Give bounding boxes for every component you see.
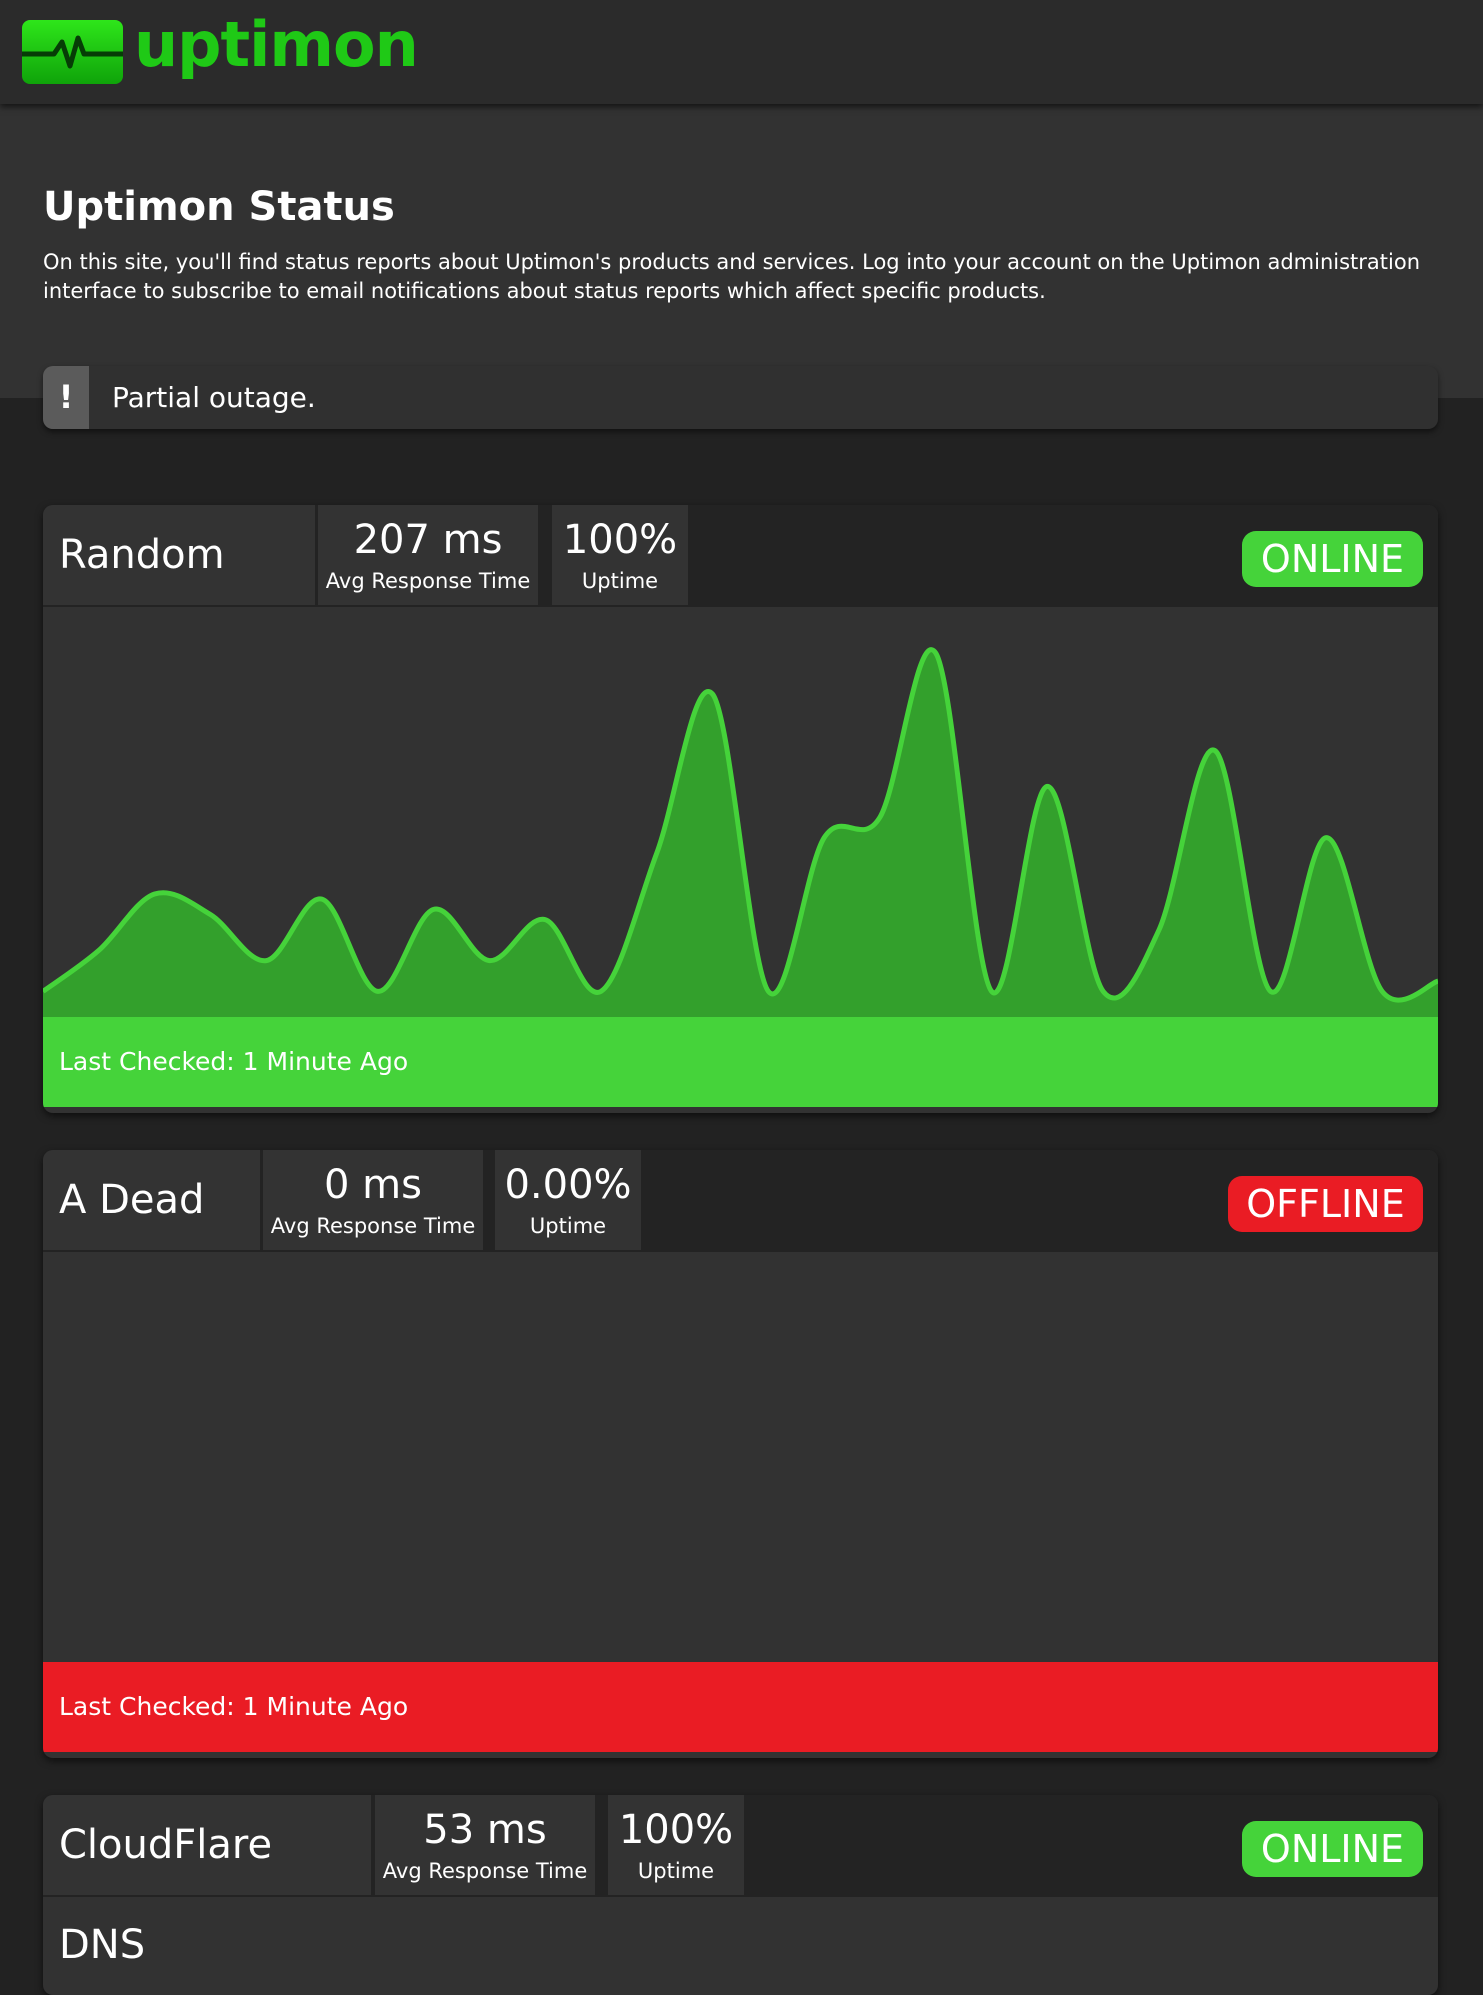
uptime-label: Uptime (529, 1214, 607, 1238)
exclamation-icon: ! (43, 366, 89, 429)
response-time-stat: 53 ms Avg Response Time (375, 1795, 595, 1895)
monitor-card-cloudflare-dns: CloudFlare DNS 53 ms Avg Response Time 1… (43, 1795, 1438, 1995)
monitor-card-random-site: Random Site 207 ms Avg Response Time 100… (43, 505, 1438, 1113)
response-time-value: 53 ms (423, 1807, 547, 1853)
uptime-label: Uptime (637, 1859, 715, 1883)
monitor-header: Random Site 207 ms Avg Response Time 100… (43, 505, 1438, 678)
uptime-label: Uptime (581, 569, 659, 593)
status-badge: ONLINE (1242, 1821, 1423, 1877)
uptime-stat: 100% Uptime (608, 1795, 744, 1895)
monitor-name: A Dead IP (43, 1150, 260, 1323)
uptime-stat: 100% Uptime (552, 505, 688, 605)
uptime-stat: 0.00% Uptime (495, 1150, 641, 1250)
page-title: Uptimon Status (43, 184, 395, 230)
uptime-value: 0.00% (504, 1162, 632, 1208)
brand-name[interactable]: uptimon (134, 8, 419, 81)
response-time-stat: 207 ms Avg Response Time (318, 505, 538, 605)
response-time-value: 207 ms (353, 517, 503, 563)
last-checked-bar: Last Checked: 1 Minute Ago (43, 1662, 1438, 1752)
monitor-card-dead-ip: A Dead IP 0 ms Avg Response Time 0.00% U… (43, 1150, 1438, 1758)
response-time-label: Avg Response Time (325, 569, 531, 593)
monitor-name: Random Site (43, 505, 315, 678)
intro-section: Uptimon Status On this site, you'll find… (0, 104, 1483, 398)
heartbeat-icon (22, 35, 123, 69)
page-description: On this site, you'll find status reports… (43, 250, 1420, 303)
last-checked-bar: Last Checked: 1 Minute Ago (43, 1017, 1438, 1107)
uptime-value: 100% (618, 1807, 734, 1853)
monitor-header: A Dead IP 0 ms Avg Response Time 0.00% U… (43, 1150, 1438, 1323)
response-chart (43, 607, 1438, 1017)
status-banner-text: Partial outage. (112, 381, 316, 414)
status-badge: ONLINE (1242, 531, 1423, 587)
monitor-name: CloudFlare DNS (43, 1795, 371, 1968)
response-time-label: Avg Response Time (382, 1859, 588, 1883)
status-banner: ! Partial outage. (43, 366, 1438, 429)
logo-badge[interactable] (22, 20, 123, 84)
uptime-value: 100% (562, 517, 678, 563)
response-time-value: 0 ms (324, 1162, 422, 1208)
response-chart-svg (43, 647, 1438, 1017)
status-badge: OFFLINE (1228, 1176, 1423, 1232)
response-time-stat: 0 ms Avg Response Time (263, 1150, 483, 1250)
response-chart-empty (43, 1252, 1438, 1662)
response-time-label: Avg Response Time (270, 1214, 476, 1238)
top-bar: uptimon (0, 0, 1483, 104)
monitor-header: CloudFlare DNS 53 ms Avg Response Time 1… (43, 1795, 1438, 1968)
